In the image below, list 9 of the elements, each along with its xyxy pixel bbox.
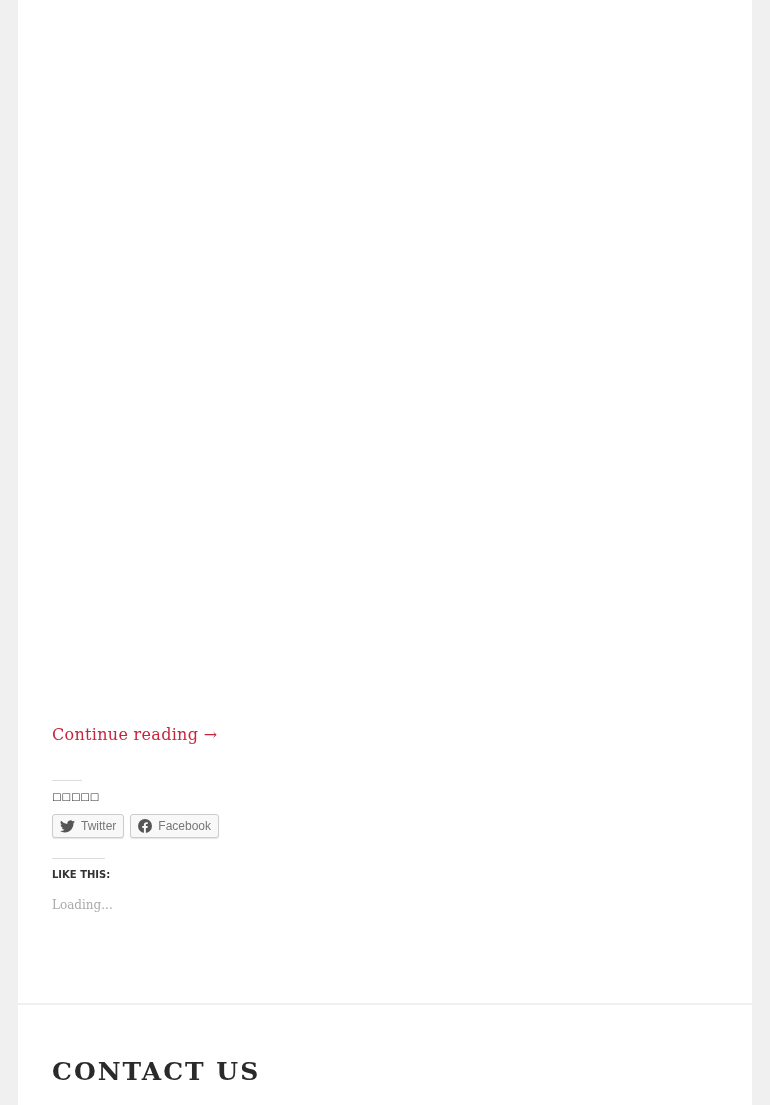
bird-icon (60, 819, 75, 833)
continue-reading-link[interactable]: Continue reading → (52, 725, 218, 744)
share-button[interactable]: Facebook (130, 814, 220, 838)
widget-title: CONTACT US (52, 1057, 261, 1086)
share-heading: □□□□□ (52, 791, 100, 802)
facebook-icon (138, 819, 153, 833)
loading-text: Loading... (52, 898, 113, 912)
likes-heading: LIKE THIS: (52, 869, 111, 880)
share-button[interactable]: Twitter (52, 814, 125, 838)
